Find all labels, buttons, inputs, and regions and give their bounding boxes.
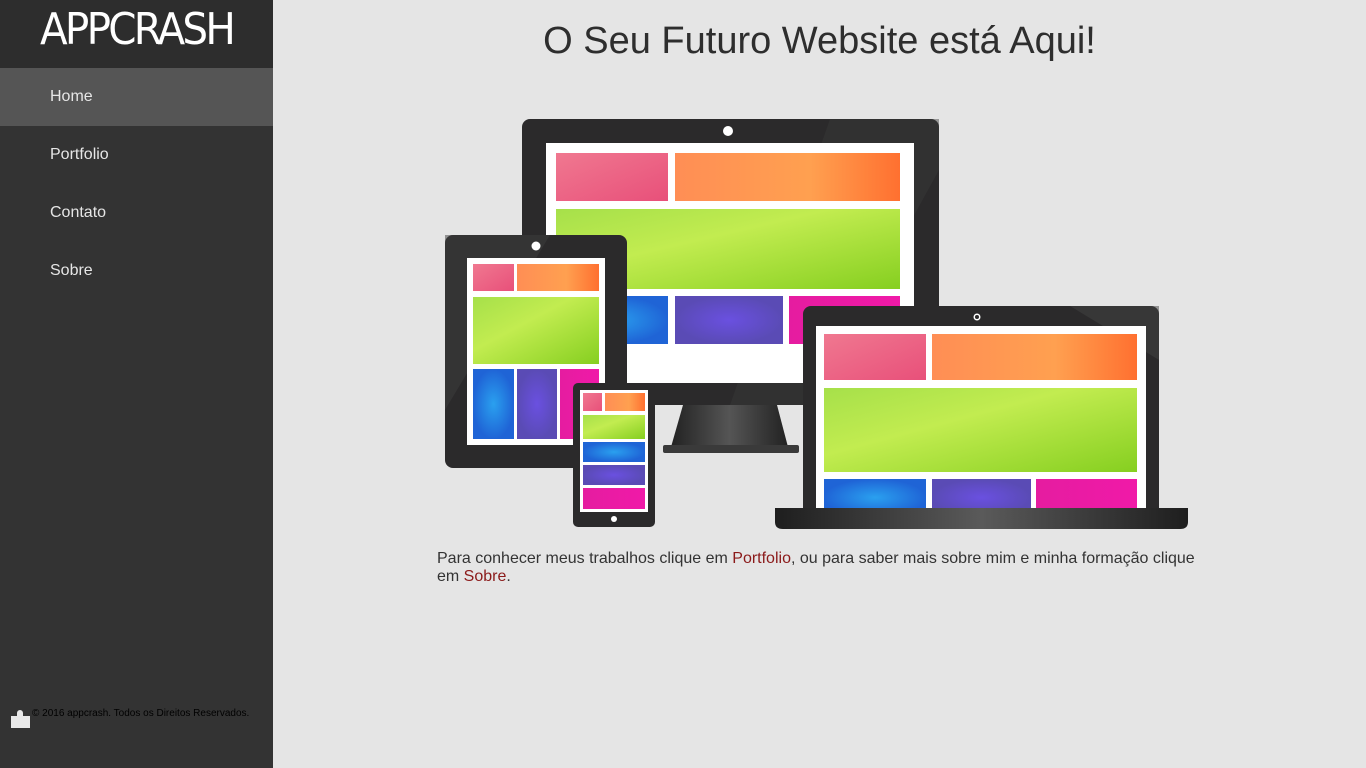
intro-text-1: Para conhecer meus trabalhos clique em	[437, 550, 733, 567]
nav-item-portfolio[interactable]: Portfolio	[0, 126, 273, 184]
sobre-link[interactable]: Sobre	[464, 568, 507, 585]
nav-item-contato[interactable]: Contato	[0, 184, 273, 242]
site-logo[interactable]: APPCRASH	[11, 4, 262, 55]
copyright-text: © 2016 appcrash. Todos os Direitos Reser…	[32, 708, 250, 719]
portfolio-link[interactable]: Portfolio	[732, 550, 791, 567]
intro-paragraph: Para conhecer meus trabalhos clique em P…	[437, 550, 1217, 586]
sidebar-footer: © 2016 appcrash. Todos os Direitos Reser…	[10, 706, 283, 730]
nav-item-sobre[interactable]: Sobre	[0, 242, 273, 300]
sidebar: APPCRASH Home Portfolio Contato Sobre © …	[0, 0, 273, 768]
puzzle-icon	[11, 710, 30, 728]
phone-device	[573, 383, 655, 527]
page-title: O Seu Futuro Website está Aqui!	[543, 20, 1096, 62]
intro-text-3: .	[506, 568, 511, 585]
nav-item-home[interactable]: Home	[0, 68, 273, 126]
laptop-device	[775, 306, 1188, 529]
logo-header: APPCRASH	[0, 0, 273, 69]
responsive-devices-illustration	[445, 119, 1188, 529]
